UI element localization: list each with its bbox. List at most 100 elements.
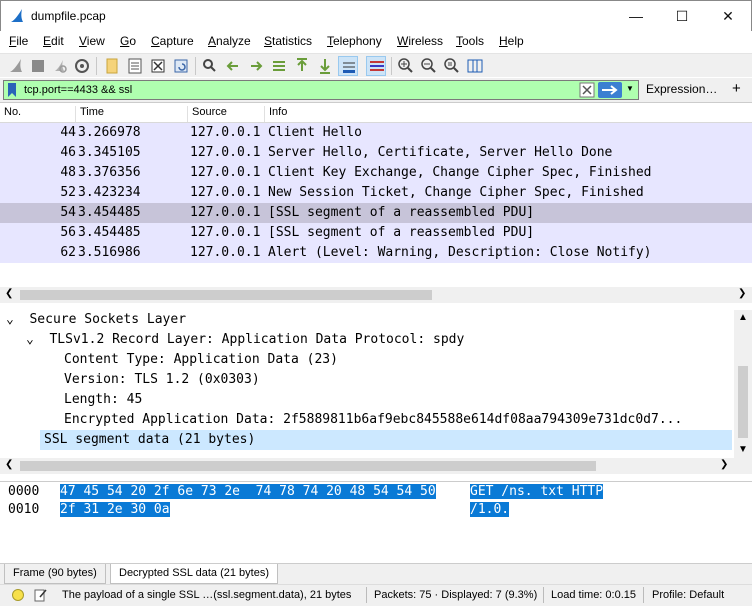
packet-info: New Session Ticket, Change Cipher Spec, … [268,185,644,200]
menu-capture[interactable]: Capture [151,34,194,48]
filter-field: ▼ [3,80,639,100]
packet-source: 127.0.0.1 [190,225,261,240]
col-source[interactable]: Source [188,106,265,122]
resize-columns-icon[interactable] [465,56,485,76]
colorize-icon[interactable] [366,56,386,76]
close-file-icon[interactable] [148,56,168,76]
display-filter-input[interactable] [24,82,574,98]
detail-ssl[interactable]: ⌄ Secure Sockets Layer [6,310,186,330]
details-vscrollbar[interactable]: ▲ ▼ [734,310,752,458]
status-profile[interactable]: Profile: Default [652,589,724,601]
scroll-right-icon[interactable]: ❯ [738,288,746,299]
menu-tools[interactable]: Tools [456,34,484,48]
restart-capture-icon[interactable] [50,56,70,76]
byte-hex[interactable]: 47 45 54 20 2f 6e 73 2e 74 78 74 20 48 5… [60,484,436,499]
menu-help[interactable]: Help [499,34,524,48]
detail-length[interactable]: Length: 45 [64,390,142,410]
detail-content-type[interactable]: Content Type: Application Data (23) [64,350,338,370]
detail-ssl-segment[interactable]: SSL segment data (21 bytes) [40,430,732,450]
zoom-out-icon[interactable] [419,56,439,76]
clear-filter-icon[interactable] [579,82,595,98]
menu-telephony[interactable]: Telephony [327,34,382,48]
bookmark-icon[interactable] [6,82,18,98]
col-no[interactable]: No. [0,106,76,122]
table-row[interactable]: 46 3.345105 127.0.0.1 Server Hello, Certifi… [0,143,752,163]
apply-filter-icon[interactable] [598,82,622,98]
reload-file-icon[interactable] [171,56,191,76]
col-time[interactable]: Time [76,106,188,122]
detail-encrypted-data[interactable]: Encrypted Application Data: 2f5889811b6a… [64,410,682,430]
save-file-icon[interactable] [125,56,145,76]
packet-info: Alert (Level: Warning, Description: Clos… [268,245,652,260]
status-packets: Packets: 75 · Displayed: 7 (9.3%) [374,589,538,601]
scroll-left-icon[interactable]: ❮ [5,288,13,299]
zoom-in-icon[interactable] [396,56,416,76]
go-forward-icon[interactable] [246,56,266,76]
packet-time: 3.423234 [78,185,141,200]
capture-options-icon[interactable] [72,56,92,76]
add-filter-button[interactable]: + [732,80,741,97]
packet-no: 62 [60,245,76,260]
details-hscrollbar[interactable]: ❮ ❯ [0,458,752,474]
menu-statistics[interactable]: Statistics [264,34,312,48]
last-packet-icon[interactable] [315,56,335,76]
find-packet-icon[interactable] [200,56,220,76]
menu-view[interactable]: View [79,34,105,48]
expression-button[interactable]: Expression… [646,82,717,96]
detail-version[interactable]: Version: TLS 1.2 (0x0303) [64,370,260,390]
status-bar: The payload of a single SSL …(ssl.segmen… [0,584,752,606]
table-row[interactable]: 56 3.454485 127.0.0.1 [SSL segment of a rea… [0,223,752,243]
first-packet-icon[interactable] [292,56,312,76]
go-to-packet-icon[interactable] [269,56,289,76]
go-back-icon[interactable] [223,56,243,76]
chevron-down-icon[interactable]: ⌄ [26,332,34,347]
menu-go[interactable]: Go [120,34,136,48]
minimize-button[interactable]: — [613,1,659,31]
maximize-button[interactable]: ☐ [659,1,705,31]
zoom-normal-icon[interactable] [442,56,462,76]
scrollbar-thumb[interactable] [20,461,596,471]
table-row[interactable]: 44 3.266978 127.0.0.1 Client Hello [0,123,752,143]
menu-edit[interactable]: Edit [43,34,64,48]
menu-file[interactable]: File [9,34,28,48]
packet-info: Client Key Exchange, Change Cipher Spec,… [268,165,652,180]
byte-ascii[interactable]: /1.0. [470,502,510,517]
scrollbar-thumb[interactable] [20,290,432,300]
packet-time: 3.516986 [78,245,141,260]
table-row[interactable]: 62 3.516986 127.0.0.1 Alert (Level: Warning… [0,243,752,263]
byte-hex[interactable]: 2f 31 2e 30 0a [60,502,170,517]
window-title: dumpfile.pcap [31,9,106,23]
stop-capture-icon[interactable] [28,56,48,76]
packet-no: 56 [60,225,76,240]
table-row[interactable]: 52 3.423234 127.0.0.1 New Session Ticket, C… [0,183,752,203]
close-button[interactable]: ✕ [705,1,751,31]
table-row[interactable]: 54 3.454485 127.0.0.1 [SSL segment of a rea… [0,203,752,223]
scroll-left-icon[interactable]: ❮ [5,459,13,470]
menu-bar: File Edit View Go Capture Analyze Statis… [0,31,752,53]
detail-record[interactable]: ⌄ TLSv1.2 Record Layer: Application Data… [26,330,464,350]
scroll-right-icon[interactable]: ❯ [720,459,728,470]
table-row[interactable]: 48 3.376356 127.0.0.1 Client Key Exchange, … [0,163,752,183]
chevron-down-icon[interactable]: ⌄ [6,312,14,327]
packet-no: 48 [60,165,76,180]
packet-time: 3.454485 [78,225,141,240]
tab-decrypted-ssl[interactable]: Decrypted SSL data (21 bytes) [110,564,279,584]
menu-analyze[interactable]: Analyze [208,34,251,48]
packet-source: 127.0.0.1 [190,205,261,220]
byte-ascii[interactable]: GET /ns. txt HTTP [470,484,604,499]
byte-view-tabs: Frame (90 bytes) Decrypted SSL data (21 … [0,563,752,584]
expert-info-icon[interactable] [12,589,24,601]
tab-frame[interactable]: Frame (90 bytes) [4,564,106,584]
packet-source: 127.0.0.1 [190,245,261,260]
menu-wireless[interactable]: Wireless [397,34,443,48]
start-capture-icon[interactable] [6,56,26,76]
scroll-down-icon[interactable]: ▼ [738,444,748,455]
scroll-up-icon[interactable]: ▲ [738,312,748,323]
scrollbar-thumb[interactable] [738,366,748,438]
autoscroll-icon[interactable] [338,56,358,76]
packet-list-scrollbar[interactable]: ❮ ❯ [0,287,752,303]
col-info[interactable]: Info [265,106,752,122]
edit-comment-icon[interactable] [34,588,48,602]
open-file-icon[interactable] [102,56,122,76]
filter-history-dropdown[interactable]: ▼ [626,84,636,96]
